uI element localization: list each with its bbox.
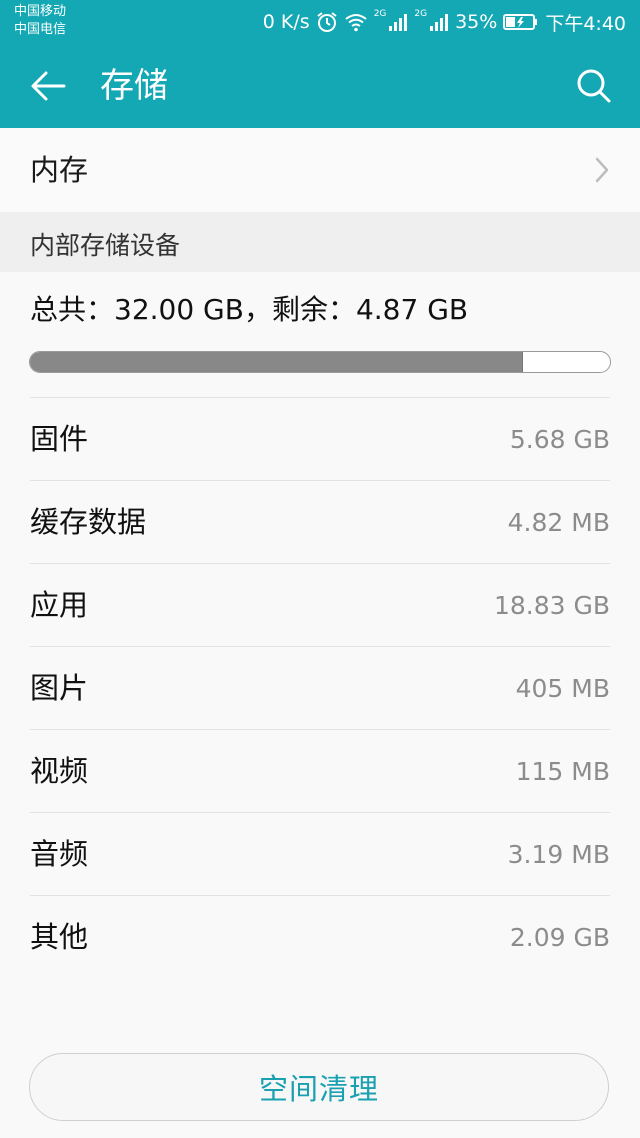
network-speed: 0 K/s	[262, 11, 310, 33]
battery-icon	[503, 12, 539, 32]
chevron-right-icon	[594, 156, 610, 188]
arrow-left-icon	[31, 71, 66, 101]
category-size: 115 MB	[515, 757, 610, 786]
page-title: 存储	[100, 66, 168, 106]
storage-summary: 总共：32.00 GB，剩余：4.87 GB	[30, 293, 469, 326]
category-size: 5.68 GB	[509, 425, 610, 454]
signal-icon-2	[429, 12, 449, 32]
category-row[interactable]: 其他 2.09 GB	[30, 895, 610, 978]
category-row[interactable]: 固件 5.68 GB	[30, 397, 610, 480]
category-name: 音频	[30, 837, 89, 871]
battery-percent: 35%	[455, 11, 498, 33]
clean-space-label: 空间清理	[258, 1072, 379, 1106]
storage-usage-fill	[30, 352, 523, 372]
carrier-1: 中国移动	[14, 4, 67, 19]
category-size: 18.83 GB	[493, 591, 610, 620]
category-size: 2.09 GB	[509, 923, 610, 952]
carrier-2: 中国电信	[14, 22, 67, 37]
wifi-icon	[344, 12, 368, 32]
network-gen-2: 2G	[414, 9, 428, 19]
network-gen-1: 2G	[373, 9, 387, 19]
category-row[interactable]: 视频 115 MB	[30, 729, 610, 812]
section-header: 内部存储设备	[0, 212, 640, 272]
category-row[interactable]: 图片 405 MB	[30, 646, 610, 729]
category-size: 405 MB	[515, 674, 610, 703]
back-button[interactable]	[24, 64, 72, 108]
memory-label: 内存	[30, 153, 89, 187]
category-name: 缓存数据	[30, 505, 147, 539]
clock: 下午4:40	[545, 12, 626, 35]
app-bar: 中国移动 中国电信 0 K/s 2G 2G 35% 下午4:40 存储	[0, 0, 640, 128]
category-row[interactable]: 缓存数据 4.82 MB	[30, 480, 610, 563]
category-row[interactable]: 应用 18.83 GB	[30, 563, 610, 646]
search-button[interactable]	[572, 64, 616, 108]
memory-row[interactable]: 内存	[0, 128, 640, 212]
section-title: 内部存储设备	[30, 231, 181, 260]
category-name: 固件	[30, 422, 89, 456]
category-size: 3.19 MB	[507, 840, 610, 869]
clean-space-button[interactable]: 空间清理	[29, 1053, 609, 1121]
category-size: 4.82 MB	[507, 508, 610, 537]
toolbar: 存储	[0, 44, 640, 128]
category-name: 视频	[30, 754, 89, 788]
category-row[interactable]: 音频 3.19 MB	[30, 812, 610, 895]
category-name: 应用	[30, 588, 89, 622]
status-bar: 中国移动 中国电信 0 K/s 2G 2G 35% 下午4:40	[0, 0, 640, 44]
alarm-icon	[316, 11, 338, 33]
category-list: 固件 5.68 GB 缓存数据 4.82 MB 应用 18.83 GB 图片 405 MB 视频…	[0, 397, 640, 978]
storage-usage-bar	[29, 351, 611, 373]
signal-icon-1	[388, 12, 408, 32]
search-icon	[577, 69, 611, 103]
category-name: 其他	[30, 920, 89, 954]
category-name: 图片	[30, 671, 89, 705]
carrier-info: 中国移动 中国电信	[14, 3, 66, 39]
status-indicators: 0 K/s 2G 2G 35% 下午4:40	[263, 8, 626, 36]
